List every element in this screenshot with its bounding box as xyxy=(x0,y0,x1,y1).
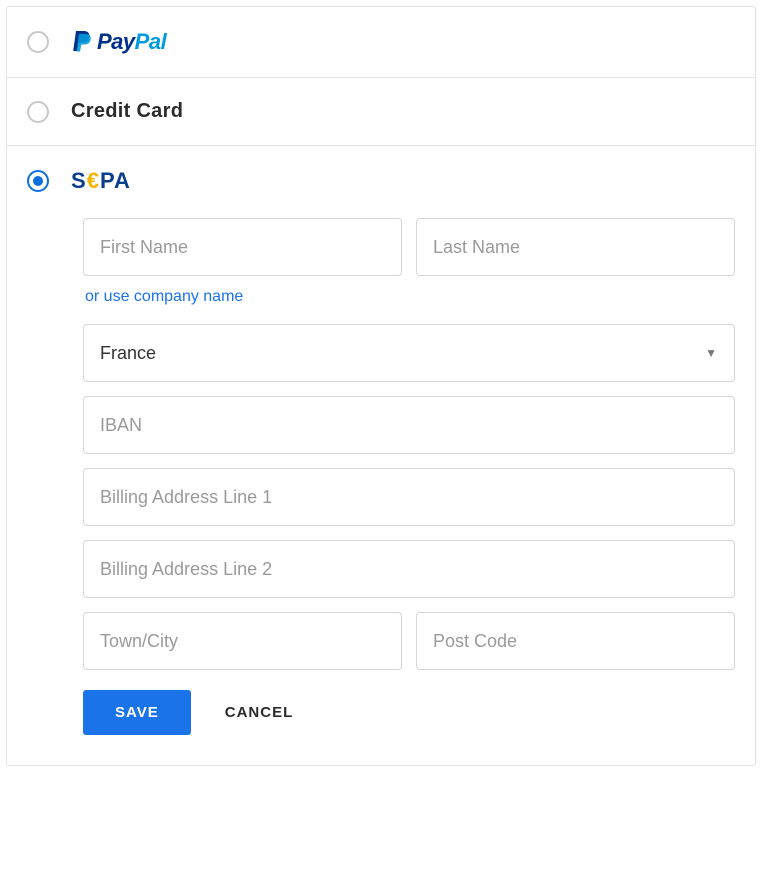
city-input[interactable] xyxy=(83,612,402,670)
address-line1-input[interactable] xyxy=(83,468,735,526)
credit-card-radio[interactable] xyxy=(27,101,49,123)
company-name-link[interactable]: or use company name xyxy=(83,286,243,324)
country-select[interactable]: France xyxy=(83,324,735,382)
paypal-wordmark: PayPal xyxy=(97,29,166,55)
payment-method-panel: PayPal Credit Card S€PA or use company n… xyxy=(6,6,756,766)
sepa-form: or use company name France ▼ xyxy=(7,208,755,765)
paypal-p-icon xyxy=(71,29,95,55)
paypal-option[interactable]: PayPal xyxy=(7,7,755,78)
credit-card-label: Credit Card xyxy=(71,100,183,123)
last-name-input[interactable] xyxy=(416,218,735,276)
paypal-radio[interactable] xyxy=(27,31,49,53)
sepa-option[interactable]: S€PA xyxy=(7,146,755,208)
sepa-radio[interactable] xyxy=(27,170,49,192)
save-button[interactable]: SAVE xyxy=(83,690,191,735)
sepa-logo: S€PA xyxy=(71,168,131,194)
paypal-logo: PayPal xyxy=(71,29,166,55)
iban-input[interactable] xyxy=(83,396,735,454)
first-name-input[interactable] xyxy=(83,218,402,276)
address-line2-input[interactable] xyxy=(83,540,735,598)
postcode-input[interactable] xyxy=(416,612,735,670)
cancel-button[interactable]: CANCEL xyxy=(225,704,294,721)
credit-card-option[interactable]: Credit Card xyxy=(7,78,755,146)
sepa-option-section: S€PA or use company name France ▼ xyxy=(7,146,755,765)
